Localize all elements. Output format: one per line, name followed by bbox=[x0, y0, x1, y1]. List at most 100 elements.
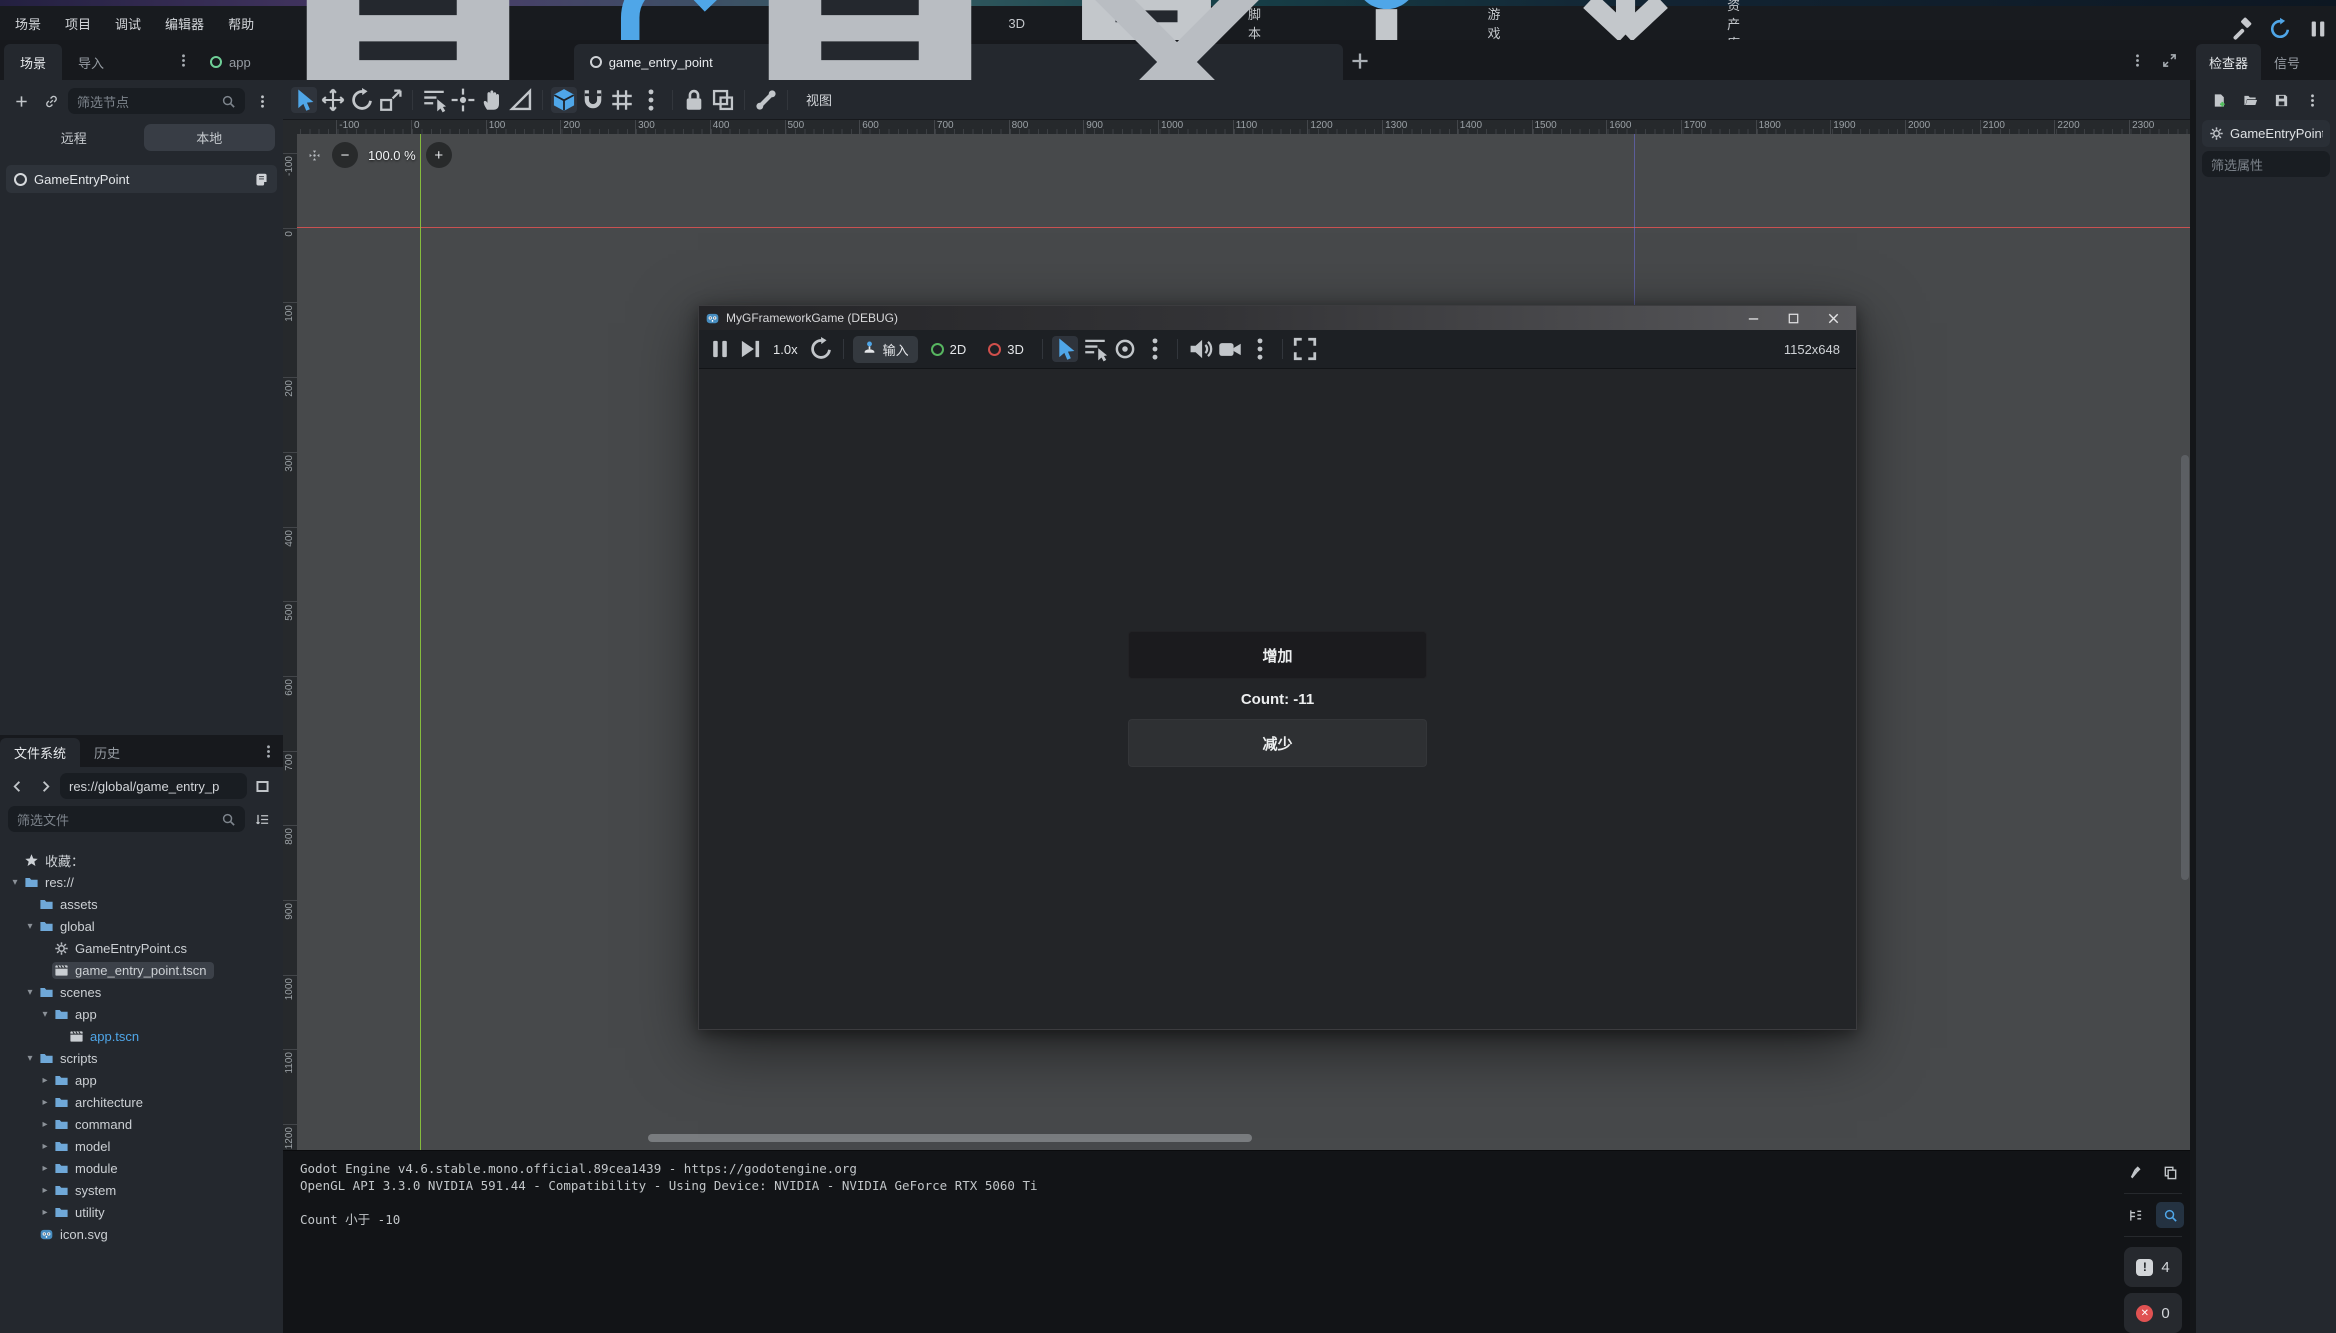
chevron-right-icon[interactable]: ▸ bbox=[38, 1185, 52, 1196]
dock-menu-icon[interactable] bbox=[172, 49, 194, 71]
fs-tree-row[interactable]: icon.svg bbox=[4, 1223, 279, 1245]
toggle-split-mode-button[interactable] bbox=[249, 773, 275, 799]
menu-4[interactable]: 帮助 bbox=[219, 10, 263, 37]
filter-files-input[interactable]: 筛选文件 bbox=[8, 806, 245, 832]
fs-tab-历史[interactable]: 历史 bbox=[80, 738, 134, 767]
list-select-button[interactable] bbox=[421, 87, 447, 113]
fs-tree-row[interactable]: GameEntryPoint.cs bbox=[4, 937, 279, 959]
fs-tree-row[interactable]: ▾app bbox=[4, 1003, 279, 1025]
increase-button[interactable]: 增加 bbox=[1128, 631, 1427, 679]
chevron-down-icon[interactable]: ▾ bbox=[23, 987, 37, 998]
chevron-down-icon[interactable]: ▾ bbox=[23, 921, 37, 932]
filter-nodes-input[interactable]: 筛选节点 bbox=[68, 88, 245, 114]
vertical-scrollbar[interactable] bbox=[2181, 455, 2189, 880]
fullscreen-button[interactable] bbox=[1292, 336, 1318, 362]
instance-scene-button[interactable] bbox=[38, 88, 64, 114]
current-path-field[interactable]: res://global/game_entry_p bbox=[60, 773, 247, 799]
edited-object-row[interactable]: GameEntryPoint bbox=[2202, 120, 2330, 147]
fs-tree-row[interactable]: 收藏： bbox=[4, 849, 279, 871]
rotate-button[interactable] bbox=[349, 87, 375, 113]
pan-hand-button[interactable] bbox=[479, 87, 505, 113]
menu-dots-button[interactable] bbox=[638, 87, 664, 113]
menu-0[interactable]: 场景 bbox=[6, 10, 50, 37]
inspector-tab-信号[interactable]: 信号 bbox=[2261, 44, 2313, 80]
scene-tree-root-node[interactable]: GameEntryPoint bbox=[6, 165, 277, 193]
sort-files-button[interactable] bbox=[249, 806, 275, 832]
camera-override-3D-button[interactable]: 3D bbox=[979, 336, 1033, 363]
pause-button[interactable] bbox=[707, 336, 733, 362]
chevron-down-icon[interactable]: ▾ bbox=[23, 1053, 37, 1064]
customize-run-icon[interactable] bbox=[2230, 17, 2254, 41]
maximize-button[interactable] bbox=[1776, 308, 1810, 328]
chevron-right-icon[interactable]: ▸ bbox=[38, 1163, 52, 1174]
dock-tab-导入[interactable]: 导入 bbox=[62, 44, 120, 80]
restart-icon[interactable] bbox=[2268, 17, 2292, 41]
menu-dots-button[interactable] bbox=[1142, 336, 1168, 362]
search-output-button[interactable] bbox=[2156, 1202, 2184, 1228]
chevron-right-icon[interactable]: ▸ bbox=[38, 1097, 52, 1108]
menu-dots-button[interactable] bbox=[1247, 336, 1273, 362]
distraction-free-icon[interactable] bbox=[2158, 49, 2180, 71]
scene-tabs-menu-icon[interactable] bbox=[2126, 49, 2148, 71]
dock-tab-场景[interactable]: 场景 bbox=[4, 44, 62, 80]
horizontal-scrollbar[interactable] bbox=[648, 1134, 1252, 1142]
suspend-target-button[interactable] bbox=[1112, 336, 1138, 362]
smart-snap-button[interactable] bbox=[551, 87, 577, 113]
game-window-titlebar[interactable]: MyGFrameworkGame (DEBUG) bbox=[699, 306, 1856, 330]
fs-tree-row[interactable]: ▸app bbox=[4, 1069, 279, 1091]
menu-2[interactable]: 调试 bbox=[106, 10, 150, 37]
list-select-button[interactable] bbox=[1082, 336, 1108, 362]
collapse-duplicates-button[interactable] bbox=[2122, 1202, 2148, 1228]
playback-speed-label[interactable]: 1.0x bbox=[767, 342, 804, 357]
chevron-right-icon[interactable]: ▸ bbox=[38, 1141, 52, 1152]
fs-tree-row[interactable]: ▸model bbox=[4, 1135, 279, 1157]
fs-tree-row[interactable]: ▸command bbox=[4, 1113, 279, 1135]
inspector-tab-检查器[interactable]: 检查器 bbox=[2196, 44, 2261, 80]
bone-button[interactable] bbox=[753, 87, 779, 113]
fs-tree-row[interactable]: ▸system bbox=[4, 1179, 279, 1201]
pause-icon[interactable] bbox=[2306, 17, 2330, 41]
fs-tree-row[interactable]: ▸utility bbox=[4, 1201, 279, 1223]
camera-override-button[interactable] bbox=[1217, 336, 1243, 362]
fs-tree-row[interactable]: app.tscn bbox=[4, 1025, 279, 1047]
cursor-select-button[interactable] bbox=[291, 87, 317, 113]
add-node-button[interactable] bbox=[8, 88, 34, 114]
camera-override-2D-button[interactable]: 2D bbox=[922, 336, 976, 363]
cursor-select-button[interactable] bbox=[1052, 336, 1078, 362]
menu-3[interactable]: 编辑器 bbox=[156, 10, 213, 37]
chevron-down-icon[interactable]: ▾ bbox=[38, 1009, 52, 1020]
input-mode-button[interactable]: 输入 bbox=[853, 336, 918, 363]
speaker-button[interactable] bbox=[1187, 336, 1213, 362]
badge-messages[interactable]: !4 bbox=[2124, 1247, 2182, 1287]
group-button[interactable] bbox=[710, 87, 736, 113]
fs-dock-menu-icon[interactable] bbox=[257, 740, 279, 762]
minimize-button[interactable] bbox=[1736, 308, 1770, 328]
grid-snap-button[interactable] bbox=[609, 87, 635, 113]
zoom-level[interactable]: 100.0 % bbox=[368, 148, 416, 163]
close-button[interactable] bbox=[1816, 308, 1850, 328]
move-button[interactable] bbox=[320, 87, 346, 113]
lock-button[interactable] bbox=[681, 87, 707, 113]
new-scene-tab-button[interactable] bbox=[1349, 51, 1371, 73]
remote-tab[interactable]: 远程 bbox=[8, 124, 140, 151]
scene-tree-menu-button[interactable] bbox=[249, 88, 275, 114]
replay-button[interactable] bbox=[808, 336, 834, 362]
chevron-right-icon[interactable]: ▸ bbox=[38, 1207, 52, 1218]
center-view-icon[interactable] bbox=[307, 148, 322, 163]
nav-forward-button[interactable] bbox=[32, 773, 58, 799]
pivot-button[interactable] bbox=[450, 87, 476, 113]
script-icon[interactable] bbox=[254, 172, 269, 187]
fs-tree-row[interactable]: game_entry_point.tscn bbox=[4, 959, 279, 981]
next-frame-button[interactable] bbox=[737, 336, 763, 362]
filter-properties-input[interactable]: 筛选属性 bbox=[2202, 151, 2330, 177]
zoom-in-button[interactable]: + bbox=[426, 142, 452, 168]
nav-back-button[interactable] bbox=[4, 773, 30, 799]
fs-tree-row[interactable]: ▾res:// bbox=[4, 871, 279, 893]
fs-tree-row[interactable]: ▸architecture bbox=[4, 1091, 279, 1113]
local-tab[interactable]: 本地 bbox=[144, 124, 276, 151]
snap-magnet-button[interactable] bbox=[580, 87, 606, 113]
fs-tree-row[interactable]: ▾global bbox=[4, 915, 279, 937]
fs-tree-row[interactable]: ▾scenes bbox=[4, 981, 279, 1003]
fs-tab-文件系统[interactable]: 文件系统 bbox=[0, 738, 80, 767]
inspector-menu-button[interactable] bbox=[2300, 87, 2326, 113]
